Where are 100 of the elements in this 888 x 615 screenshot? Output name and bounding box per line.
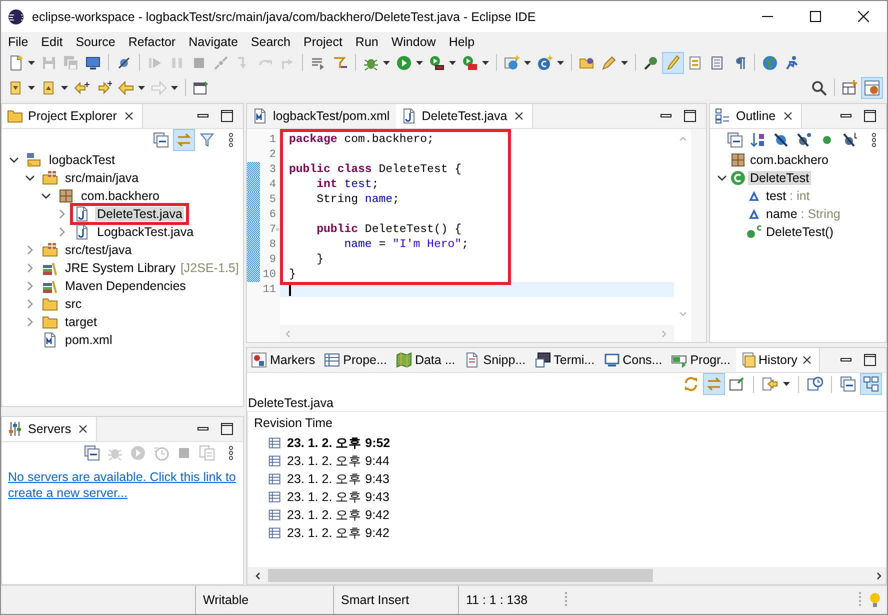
crossed-circle-icon: [773, 132, 789, 148]
horizontal-scrollbar[interactable]: [248, 567, 886, 584]
map-icon: [396, 352, 412, 368]
tree-item[interactable]: Maven Dependencies: [63, 279, 188, 293]
tab-label: Data ...: [414, 353, 456, 367]
editor-tab[interactable]: DeleteTest.java: [396, 104, 534, 128]
outline-icon: [715, 108, 731, 124]
chevron-icon[interactable]: [25, 173, 35, 183]
chevron-icon[interactable]: [717, 173, 727, 183]
revision-time[interactable]: 23. 1. 2. 오후 9:42: [287, 524, 390, 542]
window-badge-icon: [864, 80, 880, 96]
tree-item[interactable]: src/main/java: [63, 171, 141, 185]
highlighter-icon: [665, 54, 681, 70]
java-file-icon: [74, 206, 90, 222]
tree-item[interactable]: pom.xml: [63, 333, 114, 347]
menu-item[interactable]: Project: [298, 34, 350, 50]
line-number: 2: [268, 148, 276, 160]
view-tab[interactable]: Markers: [247, 348, 320, 372]
view-tab[interactable]: Termi...: [530, 348, 600, 372]
maximize-icon[interactable]: [862, 352, 878, 368]
view-tab[interactable]: Outline: [710, 104, 802, 128]
code-line: public DeleteTest() {: [316, 222, 463, 237]
tree-item[interactable]: LogbackTest.java: [95, 225, 196, 239]
package-icon: [58, 188, 74, 204]
disks-icon: [63, 54, 79, 70]
code-line: }: [289, 267, 297, 282]
window-title: eclipse-workspace - logbackTest/src/main/java/com/backhero/DeleteTest.java - Eclipse IDE: [32, 10, 537, 24]
maximize-icon[interactable]: [862, 108, 878, 124]
view-tab[interactable]: Cons...: [600, 348, 668, 372]
create-server-link[interactable]: No servers are available. Click this link to create a new server...: [8, 469, 237, 501]
class-icon: [730, 170, 746, 186]
view-tab[interactable]: Project Explorer: [2, 104, 143, 128]
folder-icon: [42, 296, 58, 312]
revision-time[interactable]: 23. 1. 2. 오후 9:42: [287, 506, 390, 524]
snippet-icon: [464, 352, 480, 368]
tree-item[interactable]: JRE System Library: [63, 261, 178, 275]
menu-item[interactable]: Refactor: [122, 34, 183, 50]
outline-item[interactable]: DeleteTest: [748, 171, 812, 185]
sliders-icon: [7, 421, 23, 437]
tree-item[interactable]: src: [63, 297, 84, 311]
menu-item[interactable]: Search: [244, 34, 298, 50]
tree-item[interactable]: com.backhero: [79, 189, 162, 203]
chevron-icon[interactable]: [41, 191, 51, 201]
pencil-icon: [601, 54, 617, 70]
maximize-icon[interactable]: [219, 421, 235, 437]
outline-item[interactable]: name : String: [764, 207, 842, 221]
outline-item[interactable]: test : int: [764, 189, 812, 203]
menu-item[interactable]: Source: [70, 34, 122, 50]
menu-item[interactable]: Help: [442, 34, 482, 50]
table-icon: [268, 490, 282, 504]
filter-icon: [199, 132, 215, 148]
line-number: 7: [268, 224, 276, 236]
filter-arrow-icon: [332, 54, 348, 70]
crossed-dot-icon: [842, 132, 858, 148]
code-line: int test;: [316, 177, 380, 192]
java-file-icon: [74, 224, 90, 240]
view-tab[interactable]: Snipp...: [460, 348, 531, 372]
menu-item[interactable]: File: [2, 34, 36, 50]
bulb-icon[interactable]: [867, 592, 883, 608]
column-header[interactable]: Revision Time: [254, 416, 332, 430]
outline-item[interactable]: DeleteTest(): [764, 225, 836, 239]
tree-item[interactable]: target: [63, 315, 99, 329]
revision-time[interactable]: 23. 1. 2. 오후 9:52: [287, 434, 390, 452]
view-tab[interactable]: Data ...: [392, 348, 460, 372]
code-line: }: [316, 252, 325, 267]
documents-icon: [199, 445, 215, 461]
view-tab[interactable]: Servers: [2, 417, 98, 441]
tree-item[interactable]: DeleteTest.java: [95, 207, 184, 221]
revision-time[interactable]: 23. 1. 2. 오후 9:43: [287, 470, 390, 488]
left-arrow-star-icon: [74, 80, 90, 96]
perspective-button[interactable]: [861, 76, 883, 98]
chevron-icon[interactable]: [9, 155, 19, 165]
code-line: name = "I'm Hero";: [343, 237, 470, 252]
magnifier-icon: [643, 54, 659, 70]
line-number: 11: [262, 284, 276, 296]
play-icon: [130, 445, 146, 461]
tree-item[interactable]: logbackTest: [47, 153, 118, 167]
m-document-icon: [252, 108, 268, 124]
outline-item[interactable]: com.backhero: [748, 153, 831, 167]
view-tab[interactable]: History: [736, 348, 820, 372]
globe-icon: [762, 54, 778, 70]
toolbar-button[interactable]: [860, 373, 882, 395]
editor-tab[interactable]: logbackTest/pom.xml: [247, 104, 396, 128]
document-icon: [8, 54, 24, 70]
tree-item[interactable]: src/test/java: [63, 243, 134, 257]
play-toolbox-icon: [429, 54, 445, 70]
maximize-icon[interactable]: [219, 108, 235, 124]
menu-item[interactable]: Window: [385, 34, 443, 50]
code-line: public class DeleteTest {: [289, 162, 463, 177]
maximize-icon[interactable]: [682, 108, 698, 124]
logo-icon: [8, 8, 24, 24]
line-number: 3: [268, 164, 276, 176]
view-tab[interactable]: Prope...: [320, 348, 392, 372]
menu-item[interactable]: Run: [349, 34, 386, 50]
scroll-thumb[interactable]: [268, 569, 653, 582]
view-tab[interactable]: Progr...: [667, 348, 736, 372]
revision-time[interactable]: 23. 1. 2. 오후 9:43: [287, 488, 390, 506]
menu-item[interactable]: Edit: [35, 34, 70, 50]
menu-item[interactable]: Navigate: [182, 34, 245, 50]
revision-time[interactable]: 23. 1. 2. 오후 9:44: [287, 452, 390, 470]
